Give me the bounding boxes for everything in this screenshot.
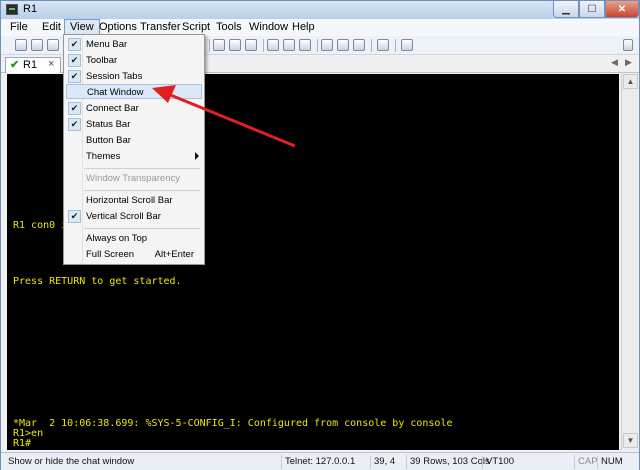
submenu-arrow-icon	[195, 152, 199, 160]
status-bar: Show or hide the chat window Telnet: 127…	[1, 452, 639, 470]
connect-in-tab-icon[interactable]	[47, 39, 59, 51]
menu-item-label: Always on Top	[86, 233, 148, 244]
menu-item-label: Horizontal Scroll Bar	[86, 195, 173, 206]
minimize-icon: ▁	[562, 3, 570, 15]
print-icon[interactable]	[267, 39, 279, 51]
maximize-icon: ☐	[587, 3, 597, 15]
menu-item-label: Full Screen	[86, 249, 135, 260]
menu-item-session-tabs[interactable]: ✔ Session Tabs	[66, 69, 202, 84]
check-icon: ✔	[68, 102, 81, 115]
check-icon: ✔	[68, 54, 81, 67]
menu-item-label: Menu Bar	[86, 39, 128, 50]
shortcut-label: Alt+Enter	[154, 249, 194, 260]
menu-separator	[84, 168, 200, 169]
menu-item-label: Session Tabs	[86, 71, 143, 82]
minimize-button[interactable]: ▁	[553, 1, 579, 18]
status-help-text: Show or hide the chat window	[8, 456, 135, 467]
menu-separator	[84, 190, 200, 191]
close-button[interactable]: ✕	[605, 1, 639, 18]
terminal-line: *Mar 2 10:06:38.699: %SYS-5-CONFIG_I: Co…	[13, 418, 453, 429]
terminal-line: R1#	[13, 438, 32, 449]
quick-connect-icon[interactable]	[31, 39, 43, 51]
check-icon: ✔	[68, 118, 81, 131]
status-cursor: 39, 4	[370, 455, 398, 469]
scroll-down-icon[interactable]: ▼	[623, 433, 638, 448]
terminal-app-icon	[6, 4, 18, 15]
menu-item-chat-window[interactable]: Chat Window	[66, 84, 202, 99]
menu-item-window-transparency: Window Transparency	[66, 171, 202, 186]
toolbar-separator	[263, 39, 264, 52]
menu-item-label: Chat Window	[87, 87, 144, 98]
menu-item-status-bar[interactable]: ✔ Status Bar	[66, 117, 202, 132]
toolbar-overflow-icon[interactable]	[623, 39, 633, 51]
connect-icon[interactable]	[15, 39, 27, 51]
connected-check-icon: ✔	[10, 59, 20, 71]
session-options-icon[interactable]	[321, 39, 333, 51]
about-icon[interactable]	[401, 39, 413, 51]
check-icon: ✔	[68, 70, 81, 83]
copy-icon[interactable]	[213, 39, 225, 51]
window-title: R1	[23, 3, 38, 15]
menu-tools[interactable]: Tools	[211, 19, 247, 36]
help-icon[interactable]	[377, 39, 389, 51]
menu-item-label: Button Bar	[86, 135, 131, 146]
menu-edit[interactable]: Edit	[37, 19, 66, 36]
menu-item-label: Vertical Scroll Bar	[86, 211, 161, 222]
tab-label: R1	[23, 59, 38, 71]
tab-scroll-right-icon[interactable]: ▶	[625, 57, 632, 68]
menu-item-label: Toolbar	[86, 55, 118, 66]
scroll-up-icon[interactable]: ▲	[623, 74, 638, 89]
toolbar-separator	[371, 39, 372, 52]
terminal-line: Press RETURN to get started.	[13, 276, 182, 287]
print-setup-icon[interactable]	[283, 39, 295, 51]
status-emulation: VT100	[482, 455, 517, 469]
toolbar-separator	[209, 39, 210, 52]
toolbar-separator	[395, 39, 396, 52]
menu-item-menu-bar[interactable]: ✔ Menu Bar	[66, 37, 202, 52]
menu-help[interactable]: Help	[287, 19, 320, 36]
tab-r1[interactable]: ✔ R1 ×	[5, 57, 61, 73]
status-size: 39 Rows, 103 Cols	[406, 455, 493, 469]
log-session-icon[interactable]	[299, 39, 311, 51]
menu-item-vertical-scroll-bar[interactable]: ✔ Vertical Scroll Bar	[66, 209, 202, 224]
menu-separator	[84, 228, 200, 229]
menu-item-themes[interactable]: Themes	[66, 149, 202, 164]
menu-item-button-bar[interactable]: Button Bar	[66, 133, 202, 148]
menu-item-label: Status Bar	[86, 119, 131, 130]
check-icon: ✔	[68, 38, 81, 51]
maximize-button[interactable]: ☐	[579, 1, 605, 18]
check-icon: ✔	[68, 210, 81, 223]
menu-item-toolbar[interactable]: ✔ Toolbar	[66, 53, 202, 68]
vertical-scrollbar[interactable]: ▲ ▼	[621, 74, 638, 450]
find-icon[interactable]	[245, 39, 257, 51]
menu-item-label: Connect Bar	[86, 103, 139, 114]
menu-item-always-on-top[interactable]: Always on Top	[66, 231, 202, 246]
menu-item-label: Window Transparency	[86, 173, 180, 184]
sftp-icon[interactable]	[353, 39, 365, 51]
view-menu-dropdown: ✔ Menu Bar ✔ Toolbar ✔ Session Tabs Chat…	[63, 34, 205, 265]
menu-item-connect-bar[interactable]: ✔ Connect Bar	[66, 101, 202, 116]
menu-item-horizontal-scroll-bar[interactable]: Horizontal Scroll Bar	[66, 193, 202, 208]
menu-window[interactable]: Window	[244, 19, 293, 36]
menu-file[interactable]: File	[5, 19, 33, 36]
paste-icon[interactable]	[229, 39, 241, 51]
title-bar[interactable]: R1 ▁ ☐ ✕	[1, 1, 639, 19]
status-connection: Telnet: 127.0.0.1	[281, 455, 358, 469]
tab-scroll-left-icon[interactable]: ◀	[611, 57, 618, 68]
menu-item-full-screen[interactable]: Full Screen Alt+Enter	[66, 247, 202, 262]
keymap-icon[interactable]	[337, 39, 349, 51]
tab-close-icon[interactable]: ×	[48, 58, 54, 70]
menu-item-label: Themes	[86, 151, 121, 162]
close-icon: ✕	[617, 3, 627, 15]
status-num: NUM	[597, 455, 626, 469]
toolbar-separator	[317, 39, 318, 52]
